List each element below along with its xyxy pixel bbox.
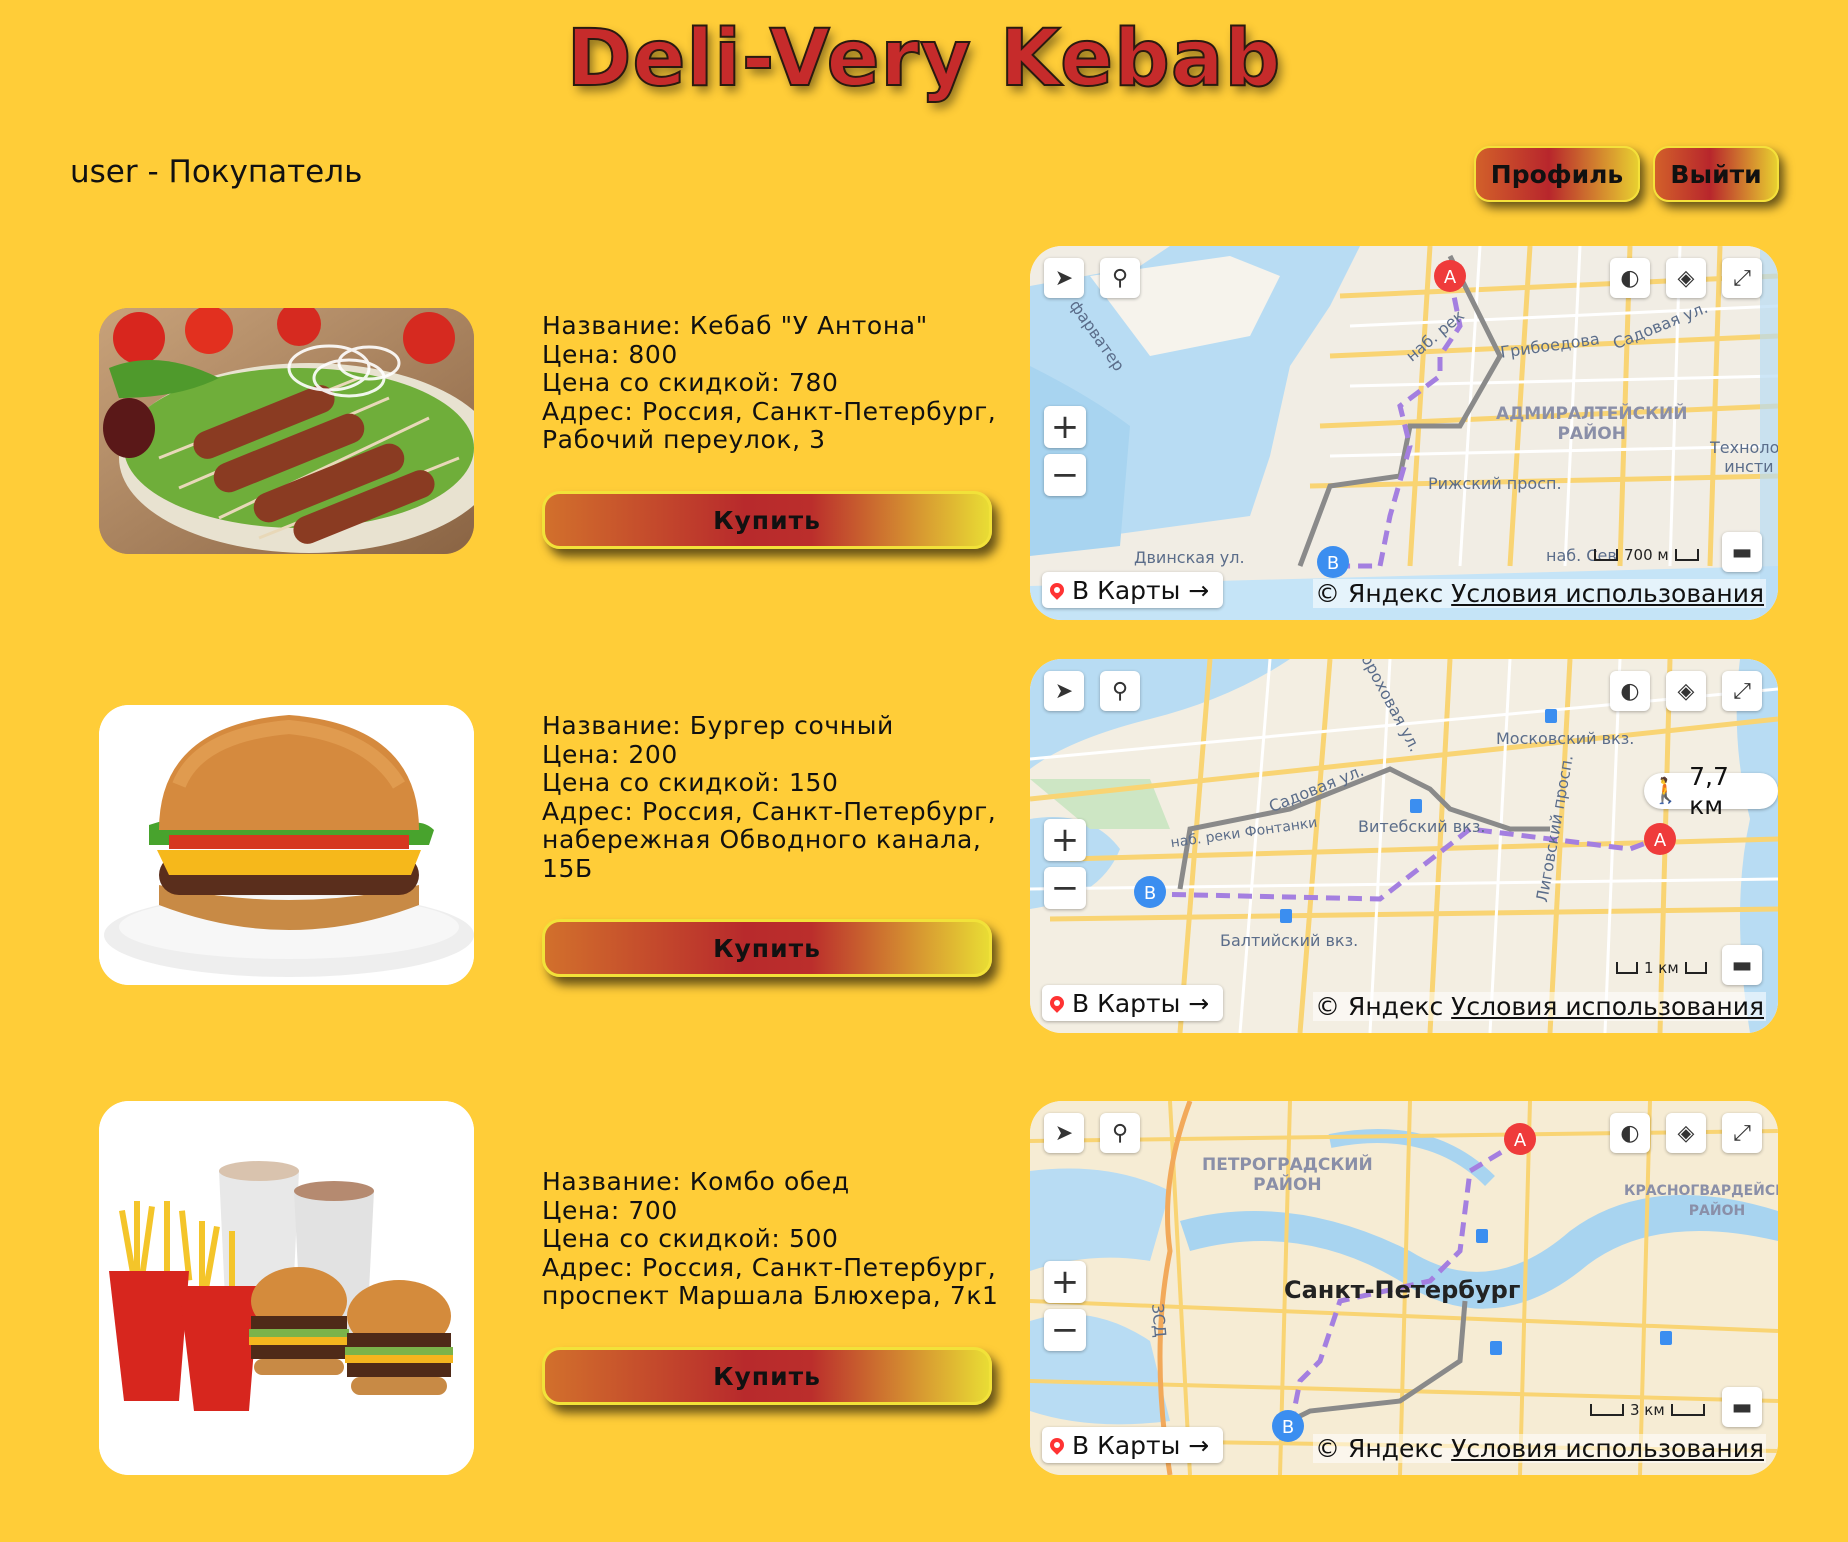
map-label: КРАСНОГВАРДЕЙСКИЙ РАЙОН	[1624, 1183, 1778, 1219]
product-info-burger: Название: Бургер сочный Цена: 200 Цена с…	[542, 711, 997, 883]
logout-button[interactable]: Выйти	[1653, 146, 1779, 202]
map-label: АДМИРАЛТЕЙСКИЙ РАЙОН	[1496, 404, 1688, 444]
search-icon[interactable]: ⚲	[1100, 1113, 1140, 1153]
svg-text:B: B	[1327, 553, 1339, 574]
product-info-kebab: Название: Кебаб "У Антона" Цена: 800 Цен…	[542, 311, 997, 455]
buy-button-combo[interactable]: Купить	[542, 1347, 992, 1405]
map-label: Технолог инсти	[1710, 438, 1778, 476]
product-address-line1: Адрес: Россия, Санкт-Петербург,	[542, 396, 997, 426]
open-in-maps-link[interactable]: В Карты →	[1042, 1427, 1224, 1463]
map-burger[interactable]: A B Московский вкз. Витебский вкз. Балти…	[1030, 659, 1778, 1033]
product-address-line1: Адрес: Россия, Санкт-Петербург,	[542, 1252, 997, 1282]
map-scale: 700 м	[1594, 546, 1699, 564]
fullscreen-icon[interactable]: ⤢	[1722, 258, 1762, 298]
terms-link[interactable]: Условия использования	[1451, 579, 1764, 608]
buy-button-burger[interactable]: Купить	[542, 919, 992, 977]
product-name: Название: Кебаб "У Антона"	[542, 311, 928, 340]
zoom-out-button[interactable]: −	[1044, 1309, 1086, 1351]
map-combo[interactable]: A B Санкт-Петербург ПЕТРОГРАДСКИЙ РАЙОН …	[1030, 1101, 1778, 1475]
site-title: Deli-Very Kebab	[566, 13, 1282, 105]
open-in-maps-link[interactable]: В Карты →	[1042, 985, 1224, 1021]
user-role-label: user - Покупатель	[70, 154, 363, 190]
kebab-photo-icon	[99, 308, 474, 554]
map-label: Рижский просп.	[1428, 474, 1562, 493]
terms-link[interactable]: Условия использования	[1451, 992, 1764, 1021]
map-label: Санкт-Петербург	[1284, 1276, 1521, 1304]
buy-button-kebab[interactable]: Купить	[542, 491, 992, 549]
map-label: Двинская ул.	[1134, 548, 1245, 567]
product-address-line2: проспект Маршала Блюхера, 7к1	[542, 1281, 999, 1310]
map-scale: 3 км	[1590, 1401, 1705, 1419]
traffic-icon[interactable]: ◐	[1610, 258, 1650, 298]
ruler-icon[interactable]: ▬	[1722, 1387, 1762, 1427]
map-scale: 1 км	[1616, 959, 1707, 977]
map-label: ЗСД	[1148, 1302, 1170, 1339]
svg-text:A: A	[1514, 1130, 1527, 1151]
burger-photo-icon	[99, 705, 474, 985]
product-price: Цена: 800	[542, 339, 678, 369]
svg-text:B: B	[1282, 1417, 1294, 1438]
product-discount-price: Цена со скидкой: 150	[542, 768, 839, 797]
product-image-burger	[99, 705, 474, 985]
zoom-in-button[interactable]: +	[1044, 406, 1086, 448]
walk-icon: 🚶	[1650, 776, 1682, 805]
svg-text:A: A	[1654, 830, 1667, 851]
open-in-maps-link[interactable]: В Карты →	[1042, 572, 1224, 608]
map-kebab[interactable]: A B АДМИРАЛТЕЙСКИЙ РАЙОН Рижский просп. …	[1030, 246, 1778, 620]
product-address-line2: Рабочий переулок, 3	[542, 425, 826, 454]
locate-icon[interactable]: ➤	[1044, 258, 1084, 298]
traffic-icon[interactable]: ◐	[1610, 1113, 1650, 1153]
map-copyright: © Яндекс Условия использования	[1313, 992, 1766, 1021]
locate-icon[interactable]: ➤	[1044, 671, 1084, 711]
map-label: Балтийский вкз.	[1220, 931, 1359, 950]
product-info-combo: Название: Комбо обед Цена: 700 Цена со с…	[542, 1167, 999, 1311]
layers-icon[interactable]: ◈	[1666, 671, 1706, 711]
ruler-icon[interactable]: ▬	[1722, 945, 1762, 985]
search-icon[interactable]: ⚲	[1100, 258, 1140, 298]
layers-icon[interactable]: ◈	[1666, 1113, 1706, 1153]
terms-link[interactable]: Условия использования	[1451, 1434, 1764, 1463]
locate-icon[interactable]: ➤	[1044, 1113, 1084, 1153]
combo-meal-photo-icon	[99, 1101, 474, 1475]
profile-button[interactable]: Профиль	[1474, 146, 1640, 202]
product-price: Цена: 200	[542, 739, 678, 769]
traffic-icon[interactable]: ◐	[1610, 671, 1650, 711]
fullscreen-icon[interactable]: ⤢	[1722, 1113, 1762, 1153]
zoom-out-button[interactable]: −	[1044, 867, 1086, 909]
product-name: Название: Комбо обед	[542, 1167, 850, 1196]
svg-text:A: A	[1444, 267, 1457, 288]
map-pin-icon	[1047, 1435, 1067, 1455]
svg-text:B: B	[1144, 883, 1156, 904]
map-pin-icon	[1047, 993, 1067, 1013]
zoom-out-button[interactable]: −	[1044, 454, 1086, 496]
map-label: Витебский вкз.	[1358, 817, 1486, 836]
product-address-line3: 15Б	[542, 853, 593, 883]
map-copyright: © Яндекс Условия использования	[1313, 579, 1766, 608]
product-price: Цена: 700	[542, 1195, 678, 1225]
product-discount-price: Цена со скидкой: 500	[542, 1224, 839, 1253]
product-discount-price: Цена со скидкой: 780	[542, 368, 839, 397]
product-image-kebab	[99, 308, 474, 554]
product-address-line1: Адрес: Россия, Санкт-Петербург,	[542, 796, 997, 826]
ruler-icon[interactable]: ▬	[1722, 532, 1762, 572]
map-pin-icon	[1047, 580, 1067, 600]
map-copyright: © Яндекс Условия использования	[1313, 1434, 1766, 1463]
search-icon[interactable]: ⚲	[1100, 671, 1140, 711]
map-label: ПЕТРОГРАДСКИЙ РАЙОН	[1202, 1155, 1373, 1195]
product-image-combo	[99, 1101, 474, 1475]
layers-icon[interactable]: ◈	[1666, 258, 1706, 298]
product-name: Название: Бургер сочный	[542, 711, 894, 740]
map-label: Московский вкз.	[1496, 729, 1635, 748]
zoom-in-button[interactable]: +	[1044, 1261, 1086, 1303]
zoom-in-button[interactable]: +	[1044, 819, 1086, 861]
product-address-line2: набережная Обводного канала,	[542, 825, 982, 854]
route-distance-badge: 🚶 7,7 км	[1644, 762, 1778, 820]
fullscreen-icon[interactable]: ⤢	[1722, 671, 1762, 711]
